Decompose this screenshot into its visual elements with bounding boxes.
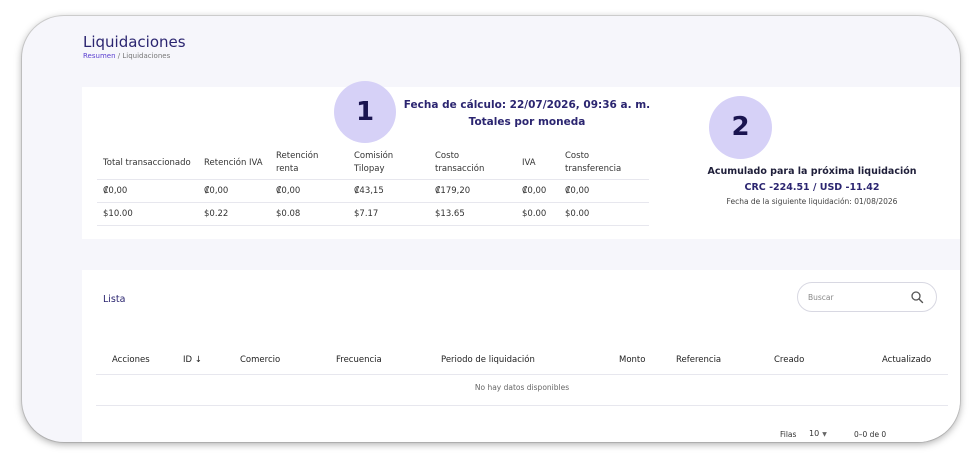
totals-cell: ₡0,00 xyxy=(270,179,348,203)
breadcrumb-home-link[interactable]: Resumen xyxy=(83,52,116,60)
breadcrumb-separator: / xyxy=(117,52,121,60)
totals-cell: ₡179,20 xyxy=(429,179,516,203)
totals-cell: ₡0,00 xyxy=(559,179,649,203)
list-title: Lista xyxy=(103,294,126,305)
totals-col-header: IVA xyxy=(516,147,559,180)
totals-col-header: Total transaccionado xyxy=(97,147,198,180)
next-settlement-date: Fecha de la siguiente liquidación: 01/08… xyxy=(726,197,898,206)
totals-col-header: Retención IVA xyxy=(198,147,270,180)
totals-cell: ₡0,00 xyxy=(516,179,559,203)
totals-col-header: Comisión Tilopay xyxy=(348,147,429,180)
chevron-down-icon: ▼ xyxy=(822,431,827,438)
totals-cell: $0.08 xyxy=(270,202,348,226)
empty-state-text: No hay datos disponibles xyxy=(474,383,570,392)
column-header-frecuencia[interactable]: Frecuencia xyxy=(336,355,382,365)
accumulated-title: Acumulado para la próxima liquidación xyxy=(707,166,917,177)
breadcrumb-current: Liquidaciones xyxy=(122,52,171,60)
totals-cell: $0.00 xyxy=(559,202,649,226)
totals-cell: $0.00 xyxy=(516,202,559,226)
totals-cell: $10.00 xyxy=(97,202,198,226)
callout-badge-1: 1 xyxy=(334,81,396,143)
pagination-range: 0–0 de 0 xyxy=(854,430,887,439)
totals-col-header: Costo transferencia xyxy=(559,147,649,180)
totals-col-header: Retención renta xyxy=(270,147,348,180)
search-icon[interactable] xyxy=(910,290,924,304)
rows-per-page-label: Filas xyxy=(780,430,797,439)
page-title: Liquidaciones xyxy=(83,33,186,51)
totals-col-header: Costo transacción xyxy=(429,147,516,180)
column-header-actualizado[interactable]: Actualizado xyxy=(882,355,931,365)
totals-table: Total transaccionado Retención IVA Reten… xyxy=(97,147,649,226)
totals-cell: $0.22 xyxy=(198,202,270,226)
table-header-divider xyxy=(96,374,948,375)
search-input[interactable] xyxy=(808,290,903,304)
totals-cell: ₡0,00 xyxy=(97,179,198,203)
column-header-referencia[interactable]: Referencia xyxy=(676,355,721,365)
column-header-acciones: Acciones xyxy=(112,355,150,365)
breadcrumb: Resumen / Liquidaciones xyxy=(83,52,170,60)
accumulated-values: CRC -224.51 / USD -11.42 xyxy=(744,182,880,193)
calculation-date: Fecha de cálculo: 22/07/2026, 09:36 a. m… xyxy=(403,99,651,111)
table-footer-divider xyxy=(96,405,948,406)
column-header-comercio[interactable]: Comercio xyxy=(240,355,280,365)
app-window: Liquidaciones Resumen / Liquidaciones 1 … xyxy=(22,16,960,442)
totals-cell: ₡43,15 xyxy=(348,179,429,203)
rows-per-page-select[interactable]: 10 ▼ xyxy=(809,429,827,438)
totals-title: Totales por moneda xyxy=(468,116,586,128)
settlements-list-card: Lista Acciones ID ↓ Comercio Frecuencia … xyxy=(82,270,960,442)
summary-card: 1 Fecha de cálculo: 22/07/2026, 09:36 a.… xyxy=(82,81,960,239)
column-header-id-sortable[interactable]: ID ↓ xyxy=(183,355,202,365)
totals-row-crc: ₡0,00 ₡0,00 ₡0,00 ₡43,15 ₡179,20 ₡0,00 ₡… xyxy=(97,179,649,203)
totals-cell: $7.17 xyxy=(348,202,429,226)
column-header-monto[interactable]: Monto xyxy=(619,355,645,365)
callout-badge-2: 2 xyxy=(709,96,772,159)
totals-cell: ₡0,00 xyxy=(198,179,270,203)
totals-row-usd: $10.00 $0.22 $0.08 $7.17 $13.65 $0.00 $0… xyxy=(97,202,649,226)
totals-header-row: Total transaccionado Retención IVA Reten… xyxy=(97,147,649,180)
column-header-periodo[interactable]: Periodo de liquidación xyxy=(441,355,535,365)
search-box xyxy=(797,282,937,312)
rows-per-page-value: 10 xyxy=(809,429,820,438)
totals-cell: $13.65 xyxy=(429,202,516,226)
column-header-creado[interactable]: Creado xyxy=(774,355,804,365)
